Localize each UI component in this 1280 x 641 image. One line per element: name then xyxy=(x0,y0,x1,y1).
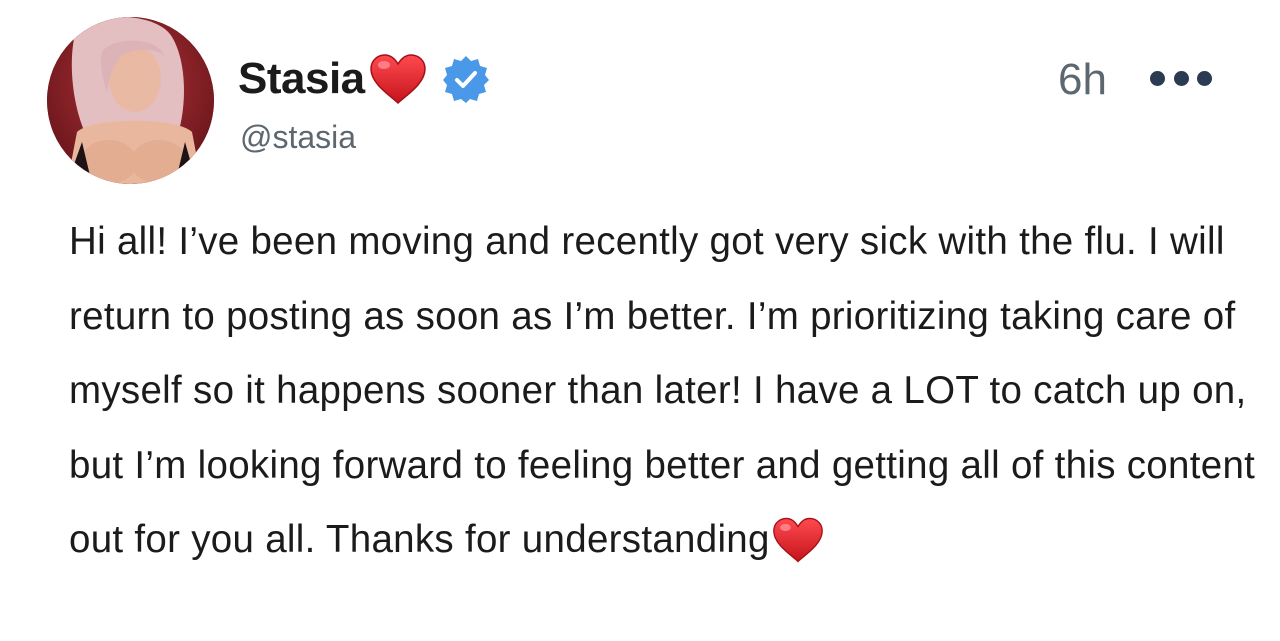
more-options-icon xyxy=(1173,70,1189,86)
author-handle[interactable]: @stasia xyxy=(240,118,356,156)
author-name-row[interactable]: Stasia xyxy=(238,48,491,110)
avatar[interactable] xyxy=(47,17,214,184)
post-card: Stasia @stasia 6h Hi all! I’ve been movi… xyxy=(0,0,1280,641)
more-options-icon xyxy=(1197,70,1212,86)
post-body: Hi all! I’ve been moving and recently go… xyxy=(69,205,1259,578)
red-heart-icon xyxy=(772,515,824,563)
more-options-icon xyxy=(1150,70,1165,86)
verified-badge-icon xyxy=(441,54,491,104)
display-name[interactable]: Stasia xyxy=(238,57,365,101)
avatar-image xyxy=(47,17,214,184)
post-timestamp[interactable]: 6h xyxy=(1058,54,1107,107)
more-options-button[interactable] xyxy=(1150,62,1212,94)
post-body-text: Hi all! I’ve been moving and recently go… xyxy=(69,220,1256,561)
red-heart-icon xyxy=(369,53,427,105)
